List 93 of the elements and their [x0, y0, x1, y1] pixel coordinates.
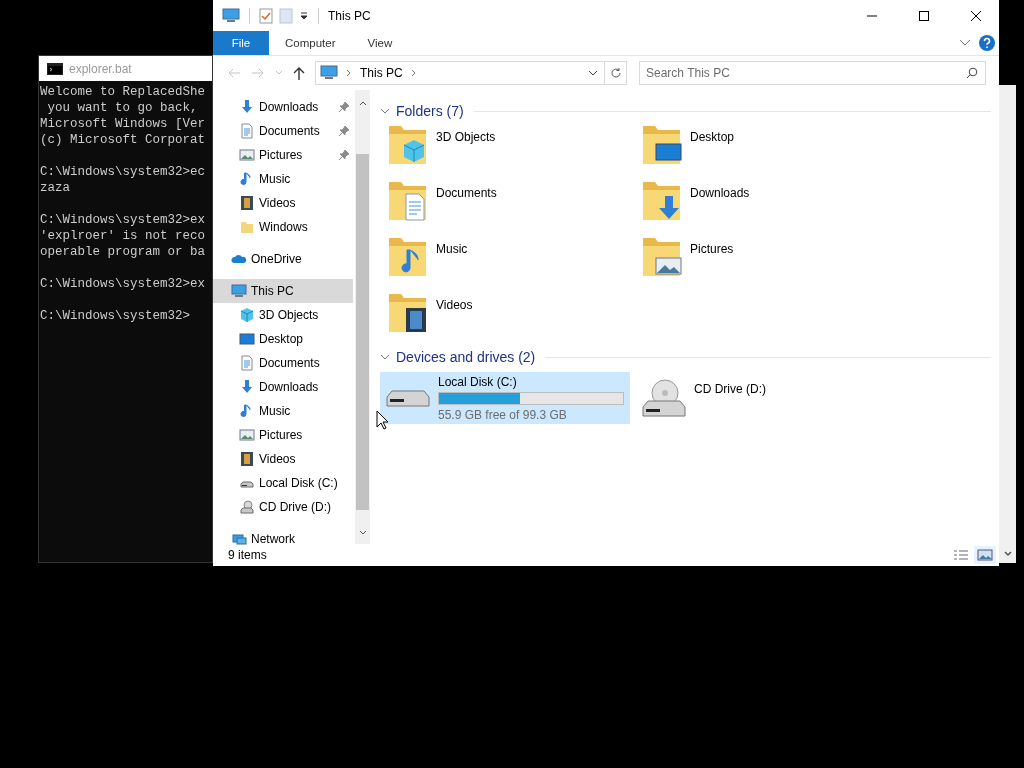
breadcrumb-item[interactable]: This PC — [360, 66, 403, 80]
folder-item[interactable]: Desktop — [642, 120, 896, 176]
cube-icon — [239, 307, 255, 323]
expand-ribbon-icon[interactable] — [959, 39, 971, 47]
folder-item[interactable]: Pictures — [642, 232, 896, 288]
scrollbar[interactable] — [999, 85, 1016, 563]
nav-item[interactable]: Local Disk (C:) — [213, 471, 353, 495]
scroll-up-icon[interactable] — [358, 100, 367, 106]
section-title: Folders (7) — [396, 103, 464, 119]
nav-item[interactable]: This PC — [213, 279, 353, 303]
console-line: 'explroer' is not reco — [39, 228, 207, 244]
nav-item[interactable]: Windows — [213, 215, 353, 239]
maximize-icon — [919, 10, 929, 21]
console-line: (c) Microsoft Corporat — [39, 132, 207, 148]
console-line: Microsoft Windows [Ver — [39, 116, 207, 132]
chevron-right-icon — [410, 69, 417, 77]
folder-icon — [239, 219, 255, 235]
section-title: Devices and drives (2) — [396, 349, 536, 365]
nav-item[interactable]: Network — [213, 527, 353, 551]
console-line: zaza — [39, 180, 71, 196]
nav-item[interactable]: Pictures — [213, 143, 353, 167]
nav-item[interactable]: 3D Objects — [213, 303, 353, 327]
console-line: operable program or ba — [39, 244, 207, 260]
folder-item[interactable]: Documents — [388, 176, 642, 232]
monitor-icon — [222, 7, 240, 24]
monitor-icon — [320, 65, 338, 81]
refresh-icon — [609, 67, 622, 79]
scrollbar[interactable] — [355, 90, 370, 544]
collapse-chevron-icon[interactable] — [380, 354, 390, 360]
chevron-right-icon — [346, 69, 352, 77]
nav-item[interactable]: OneDrive — [213, 247, 353, 271]
address-bar[interactable]: This PC — [315, 61, 605, 85]
collapse-chevron-icon[interactable] — [380, 108, 390, 114]
properties-icon[interactable] — [259, 7, 273, 24]
picture-icon — [239, 427, 255, 443]
ribbon-tab[interactable]: View — [351, 31, 409, 55]
cd-drive-icon — [642, 379, 686, 417]
disk-drive-icon — [386, 389, 430, 407]
film-icon — [239, 195, 255, 211]
ribbon-tab[interactable]: Computer — [269, 31, 352, 55]
nav-item[interactable]: Downloads — [213, 95, 353, 119]
download-arrow-icon — [239, 379, 255, 395]
dropdown-icon[interactable] — [299, 10, 309, 21]
desktop-icon — [239, 331, 255, 347]
up-arrow-icon[interactable] — [293, 66, 305, 80]
nav-item[interactable]: Pictures — [213, 423, 353, 447]
drive-item[interactable]: CD Drive (D:) — [636, 372, 886, 424]
cursor-icon — [376, 410, 390, 430]
document-icon — [239, 355, 255, 371]
search-icon — [966, 67, 978, 79]
ribbon-tab[interactable]: File — [213, 31, 269, 55]
folder-item[interactable]: Videos — [388, 288, 642, 344]
console-line: C:\Windows\system32>ex — [39, 276, 207, 292]
folder-item[interactable]: 3D Objects — [388, 120, 642, 176]
picture-icon — [239, 147, 255, 163]
nav-item[interactable]: Documents — [213, 351, 353, 375]
nav-item[interactable]: Documents — [213, 119, 353, 143]
scroll-down-icon[interactable] — [358, 530, 367, 536]
scroll-down-icon[interactable] — [1003, 551, 1012, 557]
network-icon — [231, 531, 247, 547]
film-icon — [239, 451, 255, 467]
document-icon — [239, 123, 255, 139]
console-line: Welcome to ReplacedShe — [39, 84, 207, 100]
large-icons-view-icon — [977, 549, 993, 561]
details-view-icon — [953, 549, 969, 561]
nav-item[interactable]: Videos — [213, 191, 353, 215]
nav-item[interactable]: Videos — [213, 447, 353, 471]
nav-item[interactable]: Desktop — [213, 327, 353, 351]
scroll-thumb[interactable] — [356, 154, 369, 510]
console-line: C:\Windows\system32> — [39, 308, 192, 324]
cd-drive-icon — [239, 499, 255, 515]
folder-item[interactable]: Downloads — [642, 176, 896, 232]
monitor-icon — [231, 283, 247, 299]
help-icon[interactable] — [979, 35, 995, 51]
large-icons-view-button[interactable] — [974, 546, 996, 564]
refresh-button[interactable] — [605, 61, 627, 85]
download-arrow-icon — [239, 99, 255, 115]
folder-item[interactable]: Music — [388, 232, 642, 288]
search-field[interactable]: Search This PC — [639, 61, 986, 85]
item-count: 9 items — [228, 548, 267, 562]
nav-item[interactable]: Music — [213, 167, 353, 191]
close-icon — [971, 10, 981, 21]
nav-item[interactable]: Music — [213, 399, 353, 423]
console-icon — [47, 62, 63, 75]
dropdown-icon[interactable] — [588, 70, 598, 76]
console-line: C:\Windows\system32>ec — [39, 164, 207, 180]
window-title: This PC — [328, 8, 371, 23]
window-title: explorer.bat — [69, 61, 132, 76]
drive-item[interactable]: Local Disk (C:) 55.9 GB free of 99.3 GB — [380, 372, 630, 424]
console-line: you want to go back, — [46, 100, 199, 116]
console-line: C:\Windows\system32>ex — [39, 212, 207, 228]
nav-item[interactable]: Downloads — [213, 375, 353, 399]
nav-item[interactable]: CD Drive (D:) — [213, 495, 353, 519]
